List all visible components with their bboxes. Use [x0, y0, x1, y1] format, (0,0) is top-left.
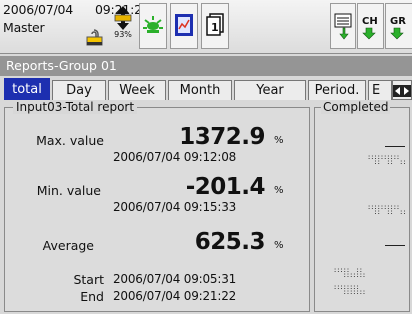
tab-year[interactable]: Year — [234, 80, 306, 100]
svg-text:1: 1 — [211, 21, 219, 34]
svg-text:CH: CH — [362, 16, 378, 27]
completed-max-time-placeholder: :::::::::: :: :: :: — [367, 153, 407, 166]
memory-card-icon: 93% — [110, 2, 136, 48]
tab-week[interactable]: Week — [108, 80, 166, 100]
tab-month[interactable]: Month — [168, 80, 232, 100]
average-value: 625.3 — [194, 229, 266, 255]
average-label: Average — [42, 238, 94, 253]
group-copy-icon[interactable]: GR — [385, 3, 412, 49]
tab-scroll-arrows[interactable] — [392, 80, 412, 100]
min-value: -201.4 — [185, 174, 266, 200]
data-display-icon[interactable] — [170, 3, 198, 49]
tab-e[interactable]: E — [368, 80, 392, 100]
completed-max-dash — [385, 146, 405, 147]
max-timestamp: 2006/07/04 09:12:08 — [113, 150, 237, 164]
channel-copy-icon[interactable]: CH — [357, 3, 384, 49]
svg-text:GR: GR — [390, 16, 406, 27]
start-label: Start — [73, 272, 104, 287]
report-icon[interactable] — [330, 3, 356, 49]
completed-start-time-placeholder: ::::: :: ::::::: — [333, 266, 366, 279]
completed-panel: Completed :::::::::: :: :: :: ::::::::::… — [314, 100, 410, 312]
report-panel: Input03-Total report Max. value 1372.9 %… — [4, 100, 310, 312]
max-unit: % — [274, 135, 284, 146]
tab-period[interactable]: Period. — [308, 80, 366, 100]
tab-total[interactable]: total — [4, 78, 50, 100]
report-legend: Input03-Total report — [13, 100, 138, 114]
min-unit: % — [274, 185, 284, 196]
completed-min-time-placeholder: :::::::::: :: :: :: — [367, 203, 407, 216]
min-label: Min. value — [36, 183, 101, 198]
tab-day[interactable]: Day — [52, 80, 106, 100]
lock-icon — [84, 28, 104, 46]
alarm-icon[interactable] — [139, 3, 167, 49]
completed-average-dash — [385, 245, 405, 246]
memory-percent: 93% — [114, 30, 132, 39]
average-unit: % — [274, 240, 284, 251]
max-value: 1372.9 — [179, 124, 265, 150]
max-label: Max. value — [36, 133, 104, 148]
start-timestamp: 2006/07/04 09:05:31 — [113, 272, 237, 286]
min-timestamp: 2006/07/04 09:15:33 — [113, 200, 237, 214]
file-icon[interactable]: 1 — [201, 3, 229, 49]
report-tabs: total Day Week Month Year Period. E — [0, 78, 412, 100]
date-text: 2006/07/04 — [3, 2, 74, 17]
end-label: End — [80, 289, 104, 304]
end-timestamp: 2006/07/04 09:21:22 — [113, 289, 237, 303]
status-header: 2006/07/0409:21:21 Master 93% — [0, 0, 412, 54]
page-title: Reports-Group 01 — [0, 56, 412, 76]
completed-legend: Completed — [321, 100, 391, 114]
completed-end-time-placeholder: :::::::: ::::::: — [333, 283, 366, 296]
user-name: Master — [3, 20, 45, 35]
